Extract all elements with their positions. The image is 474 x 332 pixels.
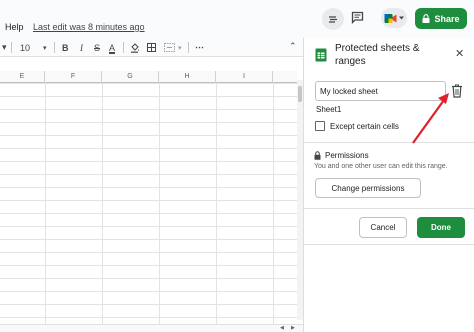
- section-divider: [304, 142, 474, 143]
- vertical-scrollbar-thumb[interactable]: [298, 86, 302, 102]
- permissions-header: Permissions: [314, 151, 369, 160]
- done-button[interactable]: Done: [417, 217, 465, 238]
- borders-icon: [147, 43, 156, 52]
- share-label: Share: [434, 13, 460, 24]
- more-options-button[interactable]: ⋯: [195, 41, 204, 54]
- paint-bucket-icon: [131, 42, 139, 53]
- panel-title: Protected sheets & ranges: [335, 43, 420, 67]
- toolbar-divider: [11, 42, 12, 53]
- scroll-right-icon[interactable]: ▶: [291, 325, 295, 331]
- column-header[interactable]: G: [102, 71, 159, 83]
- range-value[interactable]: Sheet1: [316, 105, 341, 114]
- column-header[interactable]: F: [45, 71, 102, 83]
- sheets-icon: [315, 48, 327, 62]
- toolbar-divider: [54, 42, 55, 53]
- grid-column-line: [273, 83, 274, 327]
- lock-icon: [314, 151, 321, 160]
- scroll-left-icon[interactable]: ◀: [280, 325, 284, 331]
- top-bar: Help Last edit was 8 minutes ago Share: [0, 0, 474, 38]
- grid-column-line: [159, 83, 160, 327]
- font-chevron-icon[interactable]: ▾: [2, 41, 7, 54]
- column-header[interactable]: E: [0, 71, 45, 83]
- grid-column-line: [216, 83, 217, 327]
- section-divider: [304, 244, 474, 245]
- strikethrough-button[interactable]: S: [94, 41, 100, 54]
- font-size-value[interactable]: 10: [20, 41, 30, 54]
- merge-chevron-icon[interactable]: ▾: [178, 41, 182, 54]
- meet-icon: [384, 13, 397, 23]
- version-history-button[interactable]: [322, 8, 344, 30]
- text-color-button[interactable]: A: [109, 41, 115, 54]
- comment-icon: [351, 11, 363, 24]
- close-icon[interactable]: ✕: [455, 47, 464, 60]
- share-button[interactable]: Share: [415, 8, 467, 29]
- menu-help[interactable]: Help: [5, 22, 24, 32]
- toolbar-divider: [123, 42, 124, 53]
- history-icon: [329, 16, 337, 23]
- chevron-down-icon: [399, 16, 404, 20]
- horizontal-scrollbar[interactable]: ◀ ▶: [0, 324, 303, 332]
- grid-column-line: [102, 83, 103, 327]
- spreadsheet-grid[interactable]: E F G H I: [0, 57, 297, 327]
- collapse-toolbar-icon[interactable]: ⌃: [289, 41, 297, 52]
- column-header[interactable]: H: [159, 71, 216, 83]
- lock-icon: [422, 14, 430, 23]
- borders-button[interactable]: [147, 41, 156, 54]
- cancel-button[interactable]: Cancel: [359, 217, 407, 238]
- column-headers: E F G H I: [0, 71, 297, 83]
- trash-icon[interactable]: [451, 84, 463, 98]
- grid-column-line: [45, 83, 46, 327]
- italic-button[interactable]: I: [80, 41, 83, 54]
- fill-color-button[interactable]: [130, 41, 140, 54]
- change-permissions-button[interactable]: Change permissions: [315, 178, 421, 198]
- comments-button[interactable]: [350, 10, 364, 24]
- except-cells-option[interactable]: Except certain cells: [315, 121, 399, 131]
- meet-button[interactable]: [381, 8, 407, 28]
- bold-button[interactable]: B: [62, 41, 69, 54]
- sheets-window: Help Last edit was 8 minutes ago Share ▾…: [0, 0, 474, 332]
- permissions-title: Permissions: [325, 151, 369, 160]
- font-size-chevron-icon[interactable]: ▾: [43, 41, 47, 54]
- formatting-toolbar: ▾ 10 ▾ B I S A ▾ ⋯ ⌃: [0, 38, 303, 57]
- column-header[interactable]: I: [216, 71, 273, 83]
- last-edit-link[interactable]: Last edit was 8 minutes ago: [33, 22, 145, 32]
- merge-cells-button[interactable]: [164, 41, 175, 54]
- except-cells-label: Except certain cells: [330, 121, 399, 131]
- toolbar-divider: [188, 42, 189, 53]
- permissions-description: You and one other user can edit this ran…: [314, 163, 448, 170]
- protected-ranges-panel: Protected sheets & ranges ✕ Sheet1 Excep…: [303, 38, 474, 332]
- description-input[interactable]: [315, 81, 446, 101]
- except-cells-checkbox[interactable]: [315, 121, 325, 131]
- section-divider: [304, 208, 474, 209]
- merge-cells-icon: [164, 43, 175, 52]
